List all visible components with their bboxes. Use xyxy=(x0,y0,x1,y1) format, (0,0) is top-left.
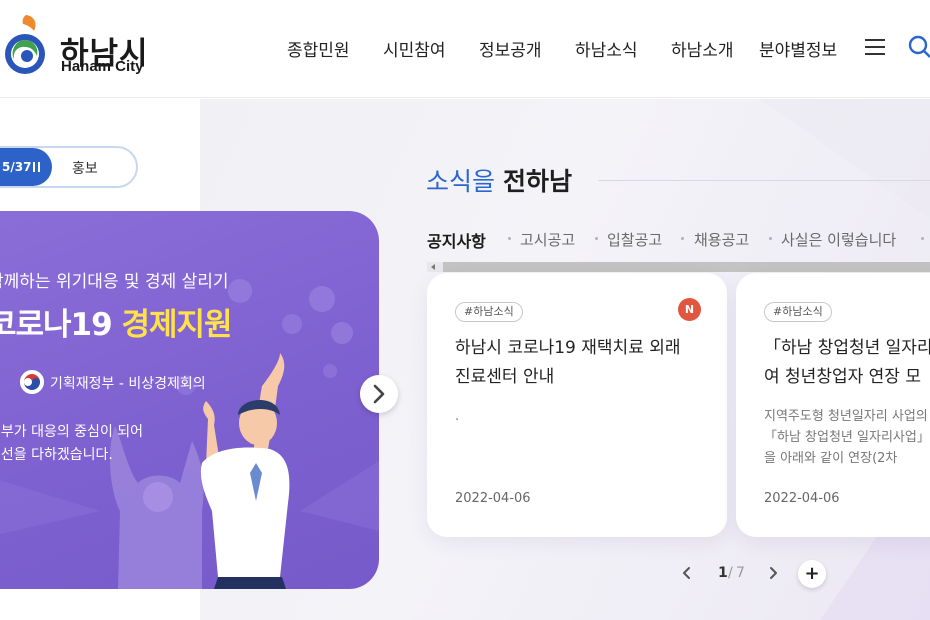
slide-counter-text: 5/37 xyxy=(2,160,32,174)
tab-separator xyxy=(508,237,511,240)
slide-tab-promo[interactable]: 홍보 xyxy=(72,158,98,178)
slide-counter[interactable]: 5/37 xyxy=(0,148,52,186)
tab-separator xyxy=(921,237,924,240)
horizontal-scrollbar[interactable] xyxy=(427,262,930,272)
news-title-accent: 소식을 xyxy=(426,167,496,196)
nav-item-information[interactable]: 정보공개 xyxy=(479,36,542,61)
nav-item-news[interactable]: 하남소식 xyxy=(575,36,638,61)
news-section-title: 소식을 전하남 xyxy=(426,162,572,198)
card-title-line: 하남시 코로나19 재택치료 외래 xyxy=(455,338,681,358)
pause-icon[interactable] xyxy=(33,162,41,172)
card-title-line: 「하남 창업청년 일자리 xyxy=(764,338,930,358)
nav-item-participation[interactable]: 시민참여 xyxy=(383,36,446,61)
tab-notice[interactable]: 공지사항 xyxy=(427,228,486,252)
banner-title-highlight: 경제지원 xyxy=(121,307,233,343)
card-title-line: 진료센터 안내 xyxy=(455,367,555,387)
nav-item-about[interactable]: 하남소개 xyxy=(671,36,734,61)
card-tag: #하남소식 xyxy=(455,302,523,322)
nav-item-civil-service[interactable]: 종합민원 xyxy=(287,36,350,61)
card-date: 2022-04-06 xyxy=(455,491,531,506)
card-summary-line: 「하남 창업청년 일자리사업」에 xyxy=(764,430,930,445)
card-summary: . xyxy=(455,406,725,427)
tab-announcement[interactable]: 고시공고 xyxy=(520,229,575,250)
card-title: 하남시 코로나19 재택치료 외래 진료센터 안내 xyxy=(455,334,715,392)
tab-separator xyxy=(595,237,598,240)
banner-desc-line: 최선을 다하겠습니다. xyxy=(0,447,113,463)
tab-fact-check[interactable]: 사실은 이렇습니다 xyxy=(781,229,896,250)
banner-description: 정부가 대응의 중심이 되어 최선을 다하겠습니다. xyxy=(0,421,143,467)
hamburger-menu-icon[interactable] xyxy=(865,38,885,56)
page: 하남시 Hanam City 종합민원 시민참여 정보공개 하남소식 하남소개 … xyxy=(0,0,930,620)
pager-total: 7 xyxy=(736,565,745,581)
nav-item-field-info[interactable]: 분야별정보 xyxy=(759,36,837,61)
news-card[interactable]: #하남소식 「하남 창업청년 일자리 여 청년창업자 연장 모 지역주도형 청년… xyxy=(736,273,930,537)
banner-next-button[interactable] xyxy=(360,375,398,413)
search-icon[interactable] xyxy=(908,34,930,60)
card-summary-line: 지역주도형 청년일자리 사업의 xyxy=(764,409,928,424)
title-divider xyxy=(598,180,930,181)
site-header: 하남시 Hanam City 종합민원 시민참여 정보공개 하남소식 하남소개 … xyxy=(0,0,930,98)
news-title-main: 전하남 xyxy=(502,167,572,196)
card-date: 2022-04-06 xyxy=(764,491,840,506)
banner-desc-line: 정부가 대응의 중심이 되어 xyxy=(0,424,144,440)
pager-separator: / xyxy=(728,565,733,581)
chevron-left-icon[interactable] xyxy=(680,566,694,580)
site-logo[interactable]: 하남시 Hanam City xyxy=(0,8,175,80)
tab-separator xyxy=(769,237,772,240)
banner-title: 코로나19 경제지원 xyxy=(0,299,233,344)
slide-control: 5/37 홍보 xyxy=(0,146,138,188)
pager-current: 1 xyxy=(718,565,728,581)
tab-bidding[interactable]: 입찰공고 xyxy=(607,229,662,250)
taegeuk-emblem-icon xyxy=(20,370,44,394)
ministry-text: 기획재정부 - 비상경제회의 xyxy=(50,376,206,392)
tab-recruitment[interactable]: 채용공고 xyxy=(694,229,749,250)
logo-subtitle: Hanam City xyxy=(61,58,144,75)
scrollbar-thumb[interactable] xyxy=(443,262,930,272)
card-summary-line: 을 아래와 같이 연장(2차 xyxy=(764,451,898,466)
banner-headline: 함께하는 위기대응 및 경제 살리기 xyxy=(0,272,229,292)
card-summary: 지역주도형 청년일자리 사업의 「하남 창업청년 일자리사업」에 을 아래와 같… xyxy=(764,406,930,469)
banner-title-main: 코로나19 xyxy=(0,307,113,343)
hanam-logo-icon xyxy=(5,15,45,74)
card-title-line: 여 청년창업자 연장 모 xyxy=(764,367,921,387)
card-tag: #하남소식 xyxy=(764,302,832,322)
new-badge: N xyxy=(678,298,701,321)
tab-separator xyxy=(681,237,684,240)
promo-banner[interactable]: 함께하는 위기대응 및 경제 살리기 코로나19 경제지원 기획재정부 - 비상… xyxy=(0,211,379,589)
chevron-right-icon[interactable] xyxy=(766,566,780,580)
card-pager: 1 / 7 + xyxy=(676,558,836,588)
card-title: 「하남 창업청년 일자리 여 청년창업자 연장 모 xyxy=(764,334,930,392)
news-card[interactable]: #하남소식 N 하남시 코로나19 재택치료 외래 진료센터 안내 . 2022… xyxy=(427,273,727,537)
card-summary-line: . xyxy=(455,409,460,424)
more-button[interactable]: + xyxy=(798,560,826,588)
scroll-left-icon[interactable] xyxy=(431,264,435,270)
